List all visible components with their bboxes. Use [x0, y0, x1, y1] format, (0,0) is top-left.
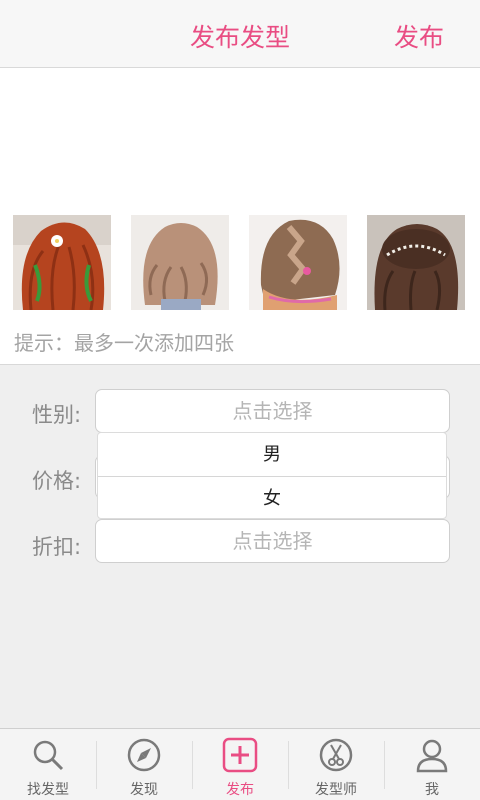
gender-option-female[interactable]: 女 [98, 476, 446, 519]
compass-icon [127, 738, 161, 772]
tab-label: 发型师 [315, 782, 357, 798]
scissors-icon [319, 738, 353, 772]
hair-image-3[interactable] [249, 215, 347, 310]
tab-me[interactable]: 我 [384, 729, 480, 800]
gender-dropdown: 男 女 [97, 432, 447, 519]
user-icon [416, 739, 448, 773]
tab-label: 找发型 [27, 782, 69, 798]
search-icon [33, 740, 64, 771]
tab-label: 我 [425, 782, 439, 798]
top-bar: 发布发型 发布 [0, 0, 480, 68]
gender-option-male[interactable]: 男 [98, 433, 446, 476]
tab-publish[interactable]: 发布 [192, 729, 288, 800]
tab-label: 发现 [130, 782, 158, 798]
image-upload-area: 提示：最多一次添加四张 [0, 69, 480, 364]
discount-select[interactable]: 点击选择 [95, 519, 450, 563]
bottom-tab-bar: 找发型 发现 发布 发型师 我 [0, 728, 480, 800]
plus-icon [222, 737, 258, 773]
publish-button[interactable]: 发布 [394, 18, 444, 54]
hairstyle-form: 性别: 点击选择 价格: 折扣: 点击选择 [0, 364, 480, 728]
gender-label: 性别: [32, 403, 82, 427]
hair-image-4[interactable] [367, 215, 465, 310]
tab-label: 发布 [226, 782, 254, 798]
upload-hint: 提示：最多一次添加四张 [14, 331, 234, 355]
gender-select[interactable]: 点击选择 [95, 389, 450, 433]
discount-label: 折扣: [32, 535, 82, 559]
price-label: 价格: [32, 469, 82, 493]
hair-image-2[interactable] [131, 215, 229, 310]
hair-image-1[interactable] [13, 215, 111, 310]
tab-stylist[interactable]: 发型师 [288, 729, 384, 800]
tab-find-hairstyle[interactable]: 找发型 [0, 729, 96, 800]
tab-discover[interactable]: 发现 [96, 729, 192, 800]
